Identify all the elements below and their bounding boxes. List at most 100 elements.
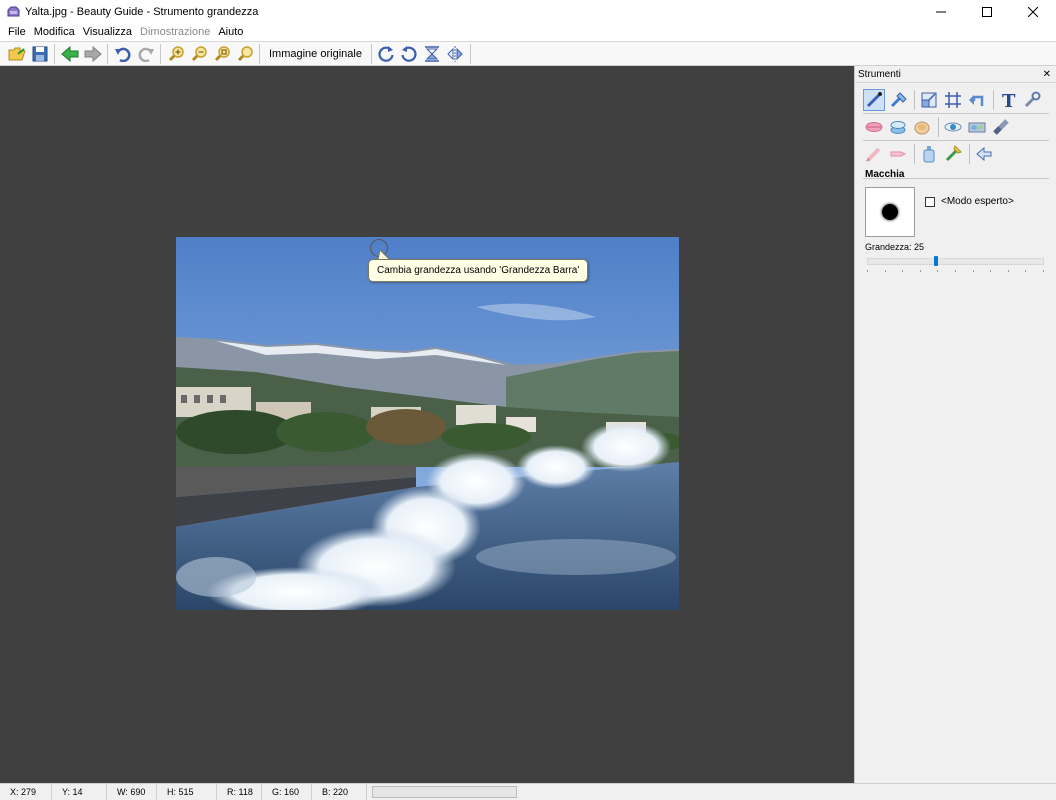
save-button[interactable] (28, 43, 51, 65)
slider-tick (902, 270, 903, 272)
maximize-button[interactable] (964, 0, 1010, 23)
crop-tool-button[interactable] (942, 89, 964, 111)
svg-text:T: T (1002, 91, 1016, 109)
powder-tool-button[interactable] (887, 116, 909, 138)
bottle-tool-button[interactable] (918, 143, 940, 165)
lips-tool-button[interactable] (863, 116, 885, 138)
slider-track[interactable] (867, 258, 1044, 265)
foundation-tool-button[interactable] (911, 116, 933, 138)
slider-tick (1043, 270, 1044, 272)
tool-separator (938, 117, 939, 137)
zoom-out-button[interactable] (187, 43, 210, 65)
undo-button[interactable] (111, 43, 134, 65)
menu-dimostrazione[interactable]: Dimostrazione (136, 26, 214, 38)
reset-tool-button[interactable] (966, 89, 988, 111)
mascara-tool-button[interactable] (990, 116, 1012, 138)
eraser-tool-button[interactable] (887, 89, 909, 111)
brush-preview-dot (882, 204, 898, 220)
pencil-tool-button[interactable] (863, 143, 885, 165)
flip-vertical-button[interactable] (421, 43, 444, 65)
tanning-tool-button[interactable] (942, 143, 964, 165)
open-button[interactable] (5, 43, 28, 65)
slider-thumb[interactable] (934, 256, 938, 266)
brush-preview (865, 187, 915, 237)
eye-icon (944, 122, 962, 132)
toolbar-separator (107, 43, 108, 64)
wrench-icon (1024, 91, 1041, 108)
text-icon: T (1002, 91, 1016, 109)
rotate-left-button[interactable] (398, 43, 421, 65)
slider-tick (973, 270, 974, 272)
tool-separator (914, 144, 915, 164)
slider-ticks (867, 270, 1044, 273)
back-tool-button[interactable] (973, 143, 995, 165)
zoom-fit-icon (214, 45, 230, 61)
powder-icon (890, 121, 906, 134)
flip-horizontal-button[interactable] (444, 43, 467, 65)
slider-tick (955, 270, 956, 272)
rotate-right-button[interactable] (375, 43, 398, 65)
forward-icon (84, 45, 102, 62)
menu-visualizza[interactable]: Visualizza (79, 26, 136, 38)
status-bar: X: 279 Y: 14 W: 690 H: 515 R: 118 G: 160… (0, 783, 1056, 800)
close-button[interactable] (1010, 0, 1056, 23)
checkbox-box[interactable] (925, 196, 935, 207)
flip-horizontal-icon (447, 45, 464, 62)
progress-bar (372, 786, 517, 798)
back-icon (60, 45, 78, 62)
image-canvas[interactable]: Cambia grandezza usando 'Grandezza Barra… (0, 66, 854, 783)
photo-yalta[interactable] (176, 237, 679, 610)
toolbar-separator (54, 43, 55, 64)
pencil-icon (866, 147, 881, 162)
eye-tool-button[interactable] (942, 116, 964, 138)
brush-tool-button[interactable] (863, 89, 885, 111)
eyeshadow-tool-button[interactable] (966, 116, 988, 138)
toolbar: Immagine originale (0, 41, 1056, 66)
undo-icon (114, 47, 130, 62)
back-button[interactable] (58, 43, 81, 65)
eraser-icon (890, 92, 907, 108)
menu-bar: File Modifica Visualizza Dimostrazione A… (0, 23, 1056, 41)
original-image-button[interactable]: Immagine originale (263, 48, 368, 60)
forward-button[interactable] (81, 43, 104, 65)
resize-tool-button[interactable] (918, 89, 940, 111)
minimize-icon (936, 11, 946, 12)
zoom-actual-button[interactable] (233, 43, 256, 65)
status-w: W: 690 (107, 784, 157, 800)
crop-icon (945, 92, 961, 108)
zoom-in-button[interactable] (164, 43, 187, 65)
rotate-left-icon (401, 45, 417, 62)
expert-mode-checkbox[interactable]: <Modo esperto> (925, 196, 1014, 207)
redo-button[interactable] (134, 43, 157, 65)
size-slider[interactable] (867, 256, 1044, 266)
menu-aiuto[interactable]: Aiuto (214, 26, 247, 38)
mascara-icon (993, 119, 1009, 135)
arrow-left-icon (976, 146, 992, 162)
slider-tick (885, 270, 886, 272)
slider-tick (990, 270, 991, 272)
text-tool-button[interactable]: T (997, 89, 1019, 111)
settings-tool-button[interactable] (1021, 89, 1043, 111)
menu-modifica[interactable]: Modifica (30, 26, 79, 38)
zoom-fit-button[interactable] (210, 43, 233, 65)
tools-panel: Strumenti ✕ T Macchia <Modo esperto> Gra… (854, 66, 1056, 783)
open-icon (8, 47, 26, 60)
panel-title: Strumenti (858, 68, 901, 80)
section-divider (863, 178, 1049, 179)
status-y: Y: 14 (52, 784, 107, 800)
panel-close-button[interactable]: ✕ (1043, 69, 1051, 80)
window-title: Yalta.jpg - Beauty Guide - Strumento gra… (25, 5, 259, 18)
slider-tick (937, 270, 938, 272)
menu-file[interactable]: File (4, 26, 30, 38)
zoom-actual-icon (237, 45, 253, 61)
eyeshadow-icon (968, 122, 986, 133)
minimize-button[interactable] (918, 0, 964, 23)
tool-separator (969, 144, 970, 164)
blush-tool-button[interactable] (887, 143, 909, 165)
toolbar-separator (259, 43, 260, 64)
panel-header: Strumenti ✕ (855, 66, 1056, 83)
maximize-icon (982, 6, 992, 17)
tooltip: Cambia grandezza usando 'Grandezza Barra… (368, 259, 589, 282)
redo-icon (138, 47, 154, 62)
bottle-icon (923, 146, 935, 163)
